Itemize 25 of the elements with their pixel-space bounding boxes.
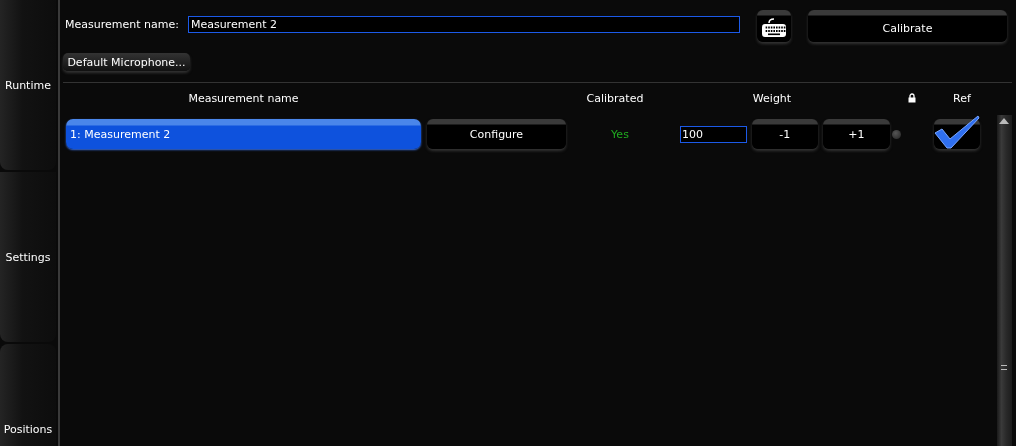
scrollbar[interactable] [997, 115, 1012, 446]
measurement-row[interactable]: 1: Measurement 2 [66, 119, 421, 149]
column-header: Weight [751, 91, 793, 105]
indicator-dot [892, 129, 901, 139]
checkmark-icon [934, 115, 980, 149]
scroll-grip-icon[interactable] [1001, 365, 1007, 370]
sidebar-tab[interactable]: Settings [0, 172, 56, 342]
keyboard-button[interactable] [757, 10, 791, 42]
keyboard-icon [761, 18, 787, 38]
field-label: Measurement name: [65, 18, 179, 31]
scroll-up-arrow-icon[interactable] [999, 118, 1009, 124]
column-header: Ref [952, 91, 972, 105]
column-header: Measurement name [187, 91, 300, 105]
sidebar-tab[interactable]: Positions [0, 344, 56, 446]
calibrate-button[interactable]: Calibrate [808, 10, 1007, 42]
lock-icon [908, 93, 916, 103]
increase-button[interactable]: +1 [822, 119, 890, 149]
sidebar-tab[interactable]: Runtime [0, 0, 56, 170]
measurement-name-field[interactable]: Measurement 2 [187, 16, 740, 33]
weight-field[interactable]: 100 [680, 125, 747, 143]
calibrated-status: Yes [610, 127, 630, 141]
column-header: Calibrated [585, 91, 645, 105]
decrease-button[interactable]: -1 [752, 119, 818, 149]
configure-button[interactable]: Configure [427, 119, 566, 149]
microphone-button[interactable]: Default Microphone... [63, 53, 190, 71]
